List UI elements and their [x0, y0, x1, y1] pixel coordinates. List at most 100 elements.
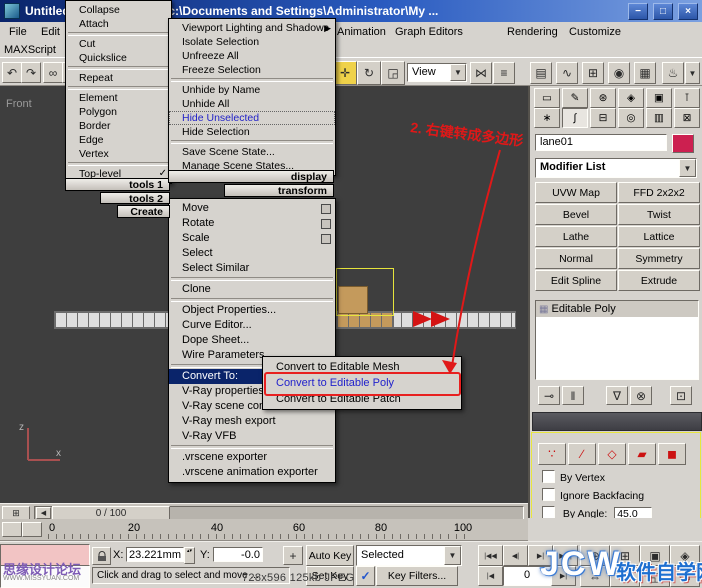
chevron-down-icon[interactable]: ▼	[679, 159, 696, 177]
previous-frame-arrow-icon[interactable]: ◀	[36, 507, 51, 519]
select-and-scale-icon[interactable]: ◲	[381, 61, 405, 85]
material-editor-icon[interactable]: ◉	[608, 62, 630, 84]
menu-rendering[interactable]: Rendering	[502, 24, 563, 40]
tee-icon[interactable]: ⊺	[674, 88, 700, 108]
uvw-map-button[interactable]: UVW Map	[535, 182, 617, 203]
settings-icon[interactable]	[321, 219, 331, 229]
schematic-view-icon[interactable]: ⊞	[582, 62, 604, 84]
menu-maxscript[interactable]: MAXScript	[4, 44, 56, 56]
reference-coordinate-dropdown[interactable]: View ▼	[407, 63, 467, 82]
object-color-swatch[interactable]	[672, 134, 694, 153]
edit-spline-button[interactable]: Edit Spline	[535, 270, 617, 291]
mirror-icon[interactable]: ⋈	[470, 62, 492, 84]
lathe-button[interactable]: Lathe	[535, 226, 617, 247]
lattice-button[interactable]: Lattice	[618, 226, 700, 247]
settings-icon[interactable]	[321, 204, 331, 214]
menu-item-border[interactable]: Border	[66, 119, 171, 133]
menu-item-rotate[interactable]: Rotate	[169, 216, 335, 231]
checkbox-icon[interactable]	[542, 470, 555, 483]
spinner-down-icon[interactable]: ▾	[190, 548, 193, 554]
extrude-button[interactable]: Extrude	[618, 270, 700, 291]
create-tab-icon[interactable]: ∗	[534, 108, 560, 128]
track-bar[interactable]: 0 20 40 60 80 100	[0, 519, 528, 541]
menu-item-dope-sheet[interactable]: Dope Sheet...	[169, 333, 335, 348]
auto-key-button[interactable]: Auto Key	[306, 545, 354, 566]
previous-frame-button[interactable]: ◀|	[503, 545, 528, 566]
vertex-mode-icon[interactable]: ∵	[538, 443, 566, 465]
quad-label-create[interactable]: Create	[117, 205, 170, 218]
maximize-button[interactable]: □	[653, 3, 673, 20]
quad-label-display[interactable]: display	[168, 170, 334, 183]
render-setup-icon[interactable]: ▦	[634, 62, 656, 84]
quad-label-tools2[interactable]: tools 2	[100, 192, 170, 204]
menu-item-collapse[interactable]: Collapse	[66, 3, 171, 17]
settings-icon[interactable]	[321, 234, 331, 244]
track-left-button[interactable]	[22, 522, 42, 537]
chevron-down-icon[interactable]: ▼	[444, 546, 461, 565]
selection-rollout-header[interactable]	[532, 412, 702, 431]
close-button[interactable]: ×	[678, 3, 698, 20]
absolute-offset-toggle-icon[interactable]: +	[283, 546, 303, 565]
selection-set-dropdown[interactable]: Selected ▼	[356, 545, 462, 566]
menu-item-vrscene-exporter[interactable]: .vrscene exporter	[169, 450, 335, 465]
edge-mode-icon[interactable]: ∕	[568, 443, 596, 465]
hierarchy-tab-icon[interactable]: ⊟	[590, 108, 616, 128]
select-and-rotate-icon[interactable]: ↻	[357, 61, 381, 85]
menu-customize[interactable]: Customize	[564, 24, 626, 40]
menu-item-freeze-selection[interactable]: Freeze Selection	[169, 63, 335, 77]
display-tab-icon[interactable]: ▥	[646, 108, 672, 128]
quad-label-transform[interactable]: transform	[224, 184, 334, 197]
menu-item-element[interactable]: Element	[66, 91, 171, 105]
layer-manager-icon[interactable]: ▤	[530, 62, 552, 84]
minimize-button[interactable]: −	[628, 3, 648, 20]
viewport-label[interactable]: Front	[6, 98, 32, 110]
chevron-down-icon[interactable]: ▼	[685, 62, 700, 84]
pencil-icon[interactable]: ✎	[562, 88, 588, 108]
chevron-down-icon[interactable]: ▼	[450, 64, 466, 81]
element-mode-icon[interactable]: ◼	[658, 443, 686, 465]
ffd-2x2x2-button[interactable]: FFD 2x2x2	[618, 182, 700, 203]
pin-stack-icon[interactable]: ⊸	[538, 386, 560, 405]
menu-item-object-properties[interactable]: Object Properties...	[169, 303, 335, 318]
select-and-move-icon[interactable]: ✛	[333, 61, 357, 85]
menu-item-vertex[interactable]: Vertex	[66, 147, 171, 161]
undo-icon[interactable]: ↶	[2, 62, 22, 83]
key-filter-check-icon[interactable]: ✓	[356, 566, 375, 586]
modifier-stack[interactable]: ▦ Editable Poly	[535, 300, 699, 380]
border-mode-icon[interactable]: ◇	[598, 443, 626, 465]
plane-object-grid[interactable]	[54, 311, 170, 329]
menu-item-viewport-lighting[interactable]: Viewport Lighting and Shadows▶	[169, 21, 335, 35]
menu-item-select[interactable]: Select	[169, 246, 335, 261]
menu-item-attach[interactable]: Attach	[66, 17, 171, 31]
menu-animation[interactable]: Animation	[332, 24, 391, 40]
menu-item-scale[interactable]: Scale	[169, 231, 335, 246]
modify-tab-icon[interactable]: ∫	[562, 108, 588, 128]
normal-button[interactable]: Normal	[535, 248, 617, 269]
y-coordinate-field[interactable]: -0.0	[213, 547, 263, 562]
select-and-link-icon[interactable]: ∞	[43, 62, 63, 83]
stack-item-editable-poly[interactable]: ▦ Editable Poly	[536, 301, 698, 317]
x-coordinate-field[interactable]: 23.221mm	[126, 547, 184, 562]
motion-tab-icon[interactable]: ◎	[618, 108, 644, 128]
mini-curve-editor-button[interactable]: ⊞	[2, 506, 30, 520]
ignore-backfacing-checkbox[interactable]: Ignore Backfacing	[542, 488, 644, 502]
configure-modifier-sets-icon[interactable]: ⊡	[670, 386, 692, 405]
menu-item-convert-editable-mesh[interactable]: Convert to Editable Mesh	[263, 359, 461, 375]
menu-item-unhide-by-name[interactable]: Unhide by Name	[169, 83, 335, 97]
menu-item-save-scene-state[interactable]: Save Scene State...	[169, 145, 335, 159]
utilities-tab-icon[interactable]: ⊠	[674, 108, 700, 128]
menu-item-clone[interactable]: Clone	[169, 282, 335, 297]
menu-item-move[interactable]: Move	[169, 201, 335, 216]
align-icon[interactable]: ≡	[493, 62, 515, 84]
menu-item-curve-editor[interactable]: Curve Editor...	[169, 318, 335, 333]
by-vertex-checkbox[interactable]: By Vertex	[542, 470, 605, 484]
menu-item-isolate-selection[interactable]: Isolate Selection	[169, 35, 335, 49]
menu-item-quickslice[interactable]: Quickslice	[66, 51, 171, 65]
twist-button[interactable]: Twist	[618, 204, 700, 225]
make-unique-icon[interactable]: ∇	[606, 386, 628, 405]
menu-item-edge[interactable]: Edge	[66, 133, 171, 147]
key-mode-previous-button[interactable]: |◀	[478, 566, 503, 586]
menu-item-vray-vfb[interactable]: V-Ray VFB	[169, 429, 335, 444]
track-left-button[interactable]	[2, 522, 22, 537]
modifier-list-dropdown[interactable]: Modifier List ▼	[535, 158, 697, 178]
